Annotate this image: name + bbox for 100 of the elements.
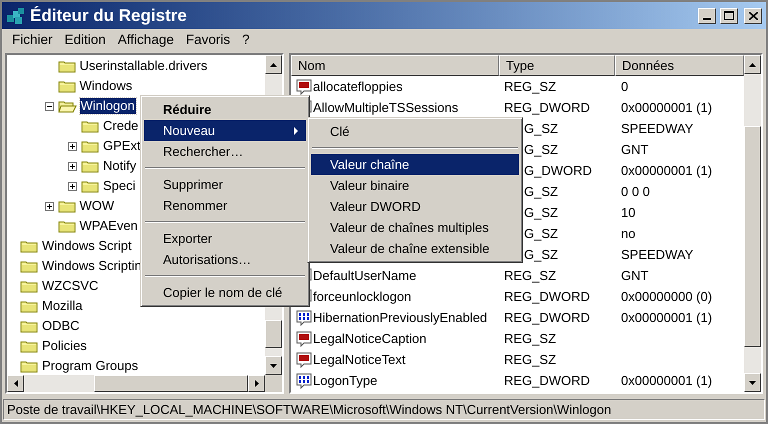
scroll-down-button[interactable] <box>744 373 761 392</box>
value-data: 0 0 0 <box>621 184 650 199</box>
value-type: REG_SZ <box>504 268 556 283</box>
tree-item[interactable]: Winlogon <box>80 98 136 114</box>
menu-item[interactable]: Nouveau <box>144 120 306 141</box>
folder-icon <box>20 259 38 273</box>
tree-item[interactable]: GPExt <box>102 138 142 154</box>
scroll-down-button[interactable] <box>265 356 282 375</box>
column-header[interactable]: Type <box>499 55 615 76</box>
value-data: 0x00000001 (1) <box>621 100 712 115</box>
registry-cubes-icon <box>6 6 26 24</box>
collapse-icon[interactable] <box>44 102 54 110</box>
menu-item[interactable]: Copier le nom de clé <box>144 282 306 303</box>
binary-value-icon <box>296 372 312 388</box>
menu-item[interactable]: Autorisations… <box>144 249 306 270</box>
string-value-icon <box>296 330 312 346</box>
down-arrow-icon <box>270 364 277 368</box>
value-type: REG_DWORD <box>504 100 590 115</box>
value-data: 0 <box>621 78 628 94</box>
left-arrow-icon <box>14 380 18 387</box>
value-name[interactable]: AllowMultipleTSSessions <box>313 98 458 118</box>
scroll-thumb[interactable] <box>265 320 282 348</box>
menu-item[interactable]: Valeur binaire <box>311 175 519 196</box>
expand-icon[interactable] <box>68 162 77 170</box>
value-type: G_SZ <box>524 184 558 199</box>
menu-item[interactable]: Valeur DWORD <box>311 196 519 217</box>
folder-icon <box>58 199 76 213</box>
menu-item[interactable]: Exporter <box>144 228 306 249</box>
menu-item[interactable]: Edition <box>58 30 112 50</box>
expand-icon[interactable] <box>68 142 77 150</box>
menu-item[interactable]: Affichage <box>112 30 180 50</box>
tree-item[interactable]: Notify <box>102 158 138 174</box>
menu-item[interactable]: Valeur de chaîne extensible <box>311 238 519 259</box>
tree-item[interactable]: Speci <box>102 178 137 194</box>
menu-item[interactable]: Valeur de chaînes multiples <box>311 217 519 238</box>
value-name[interactable]: forceunlocklogon <box>313 286 412 306</box>
value-type: REG_DWORD <box>504 372 590 388</box>
down-arrow-icon <box>749 380 756 384</box>
value-data: no <box>621 226 636 241</box>
tree-item[interactable]: Policies <box>41 338 88 354</box>
expand-icon[interactable] <box>44 202 54 210</box>
menu-item[interactable]: Réduire <box>144 99 306 120</box>
value-type: REG_SZ <box>504 78 556 94</box>
menu-item[interactable]: Rechercher… <box>144 141 306 162</box>
tree-item[interactable]: Windows <box>78 78 134 94</box>
tree-item[interactable]: Program Groups <box>41 358 140 374</box>
close-button[interactable] <box>744 8 762 24</box>
value-type: G_SZ <box>524 142 558 157</box>
value-type: G_SZ <box>524 120 558 136</box>
tree-item[interactable]: WOW <box>78 198 116 214</box>
scroll-thumb[interactable] <box>94 375 248 392</box>
horizontal-scrollbar[interactable] <box>7 375 282 392</box>
folder-icon <box>20 319 38 333</box>
string-value-icon <box>296 78 312 94</box>
column-header[interactable]: Nom <box>291 55 499 76</box>
value-type: G_SZ <box>524 226 558 241</box>
menu-item[interactable]: Valeur chaîne <box>311 154 519 175</box>
menu-item[interactable]: Clé <box>311 121 519 142</box>
up-arrow-icon <box>270 62 277 66</box>
scroll-up-button[interactable] <box>265 55 282 74</box>
value-name[interactable]: LogonType <box>313 370 378 390</box>
scroll-thumb[interactable] <box>744 126 761 347</box>
expand-icon[interactable] <box>68 182 77 190</box>
tree-item[interactable]: Userinstallable.drivers <box>78 58 208 74</box>
tree-item[interactable]: Mozilla <box>41 298 84 314</box>
scrollbar-corner <box>265 375 282 392</box>
right-arrow-icon <box>254 380 258 387</box>
menu-item[interactable]: ? <box>236 30 256 50</box>
scroll-up-button[interactable] <box>744 55 761 74</box>
minimize-button[interactable] <box>698 8 716 24</box>
menu-item[interactable]: Fichier <box>6 30 59 50</box>
tree-item[interactable]: ODBC <box>41 318 81 334</box>
value-name[interactable]: LegalNoticeCaption <box>313 328 426 348</box>
value-data: GNT <box>621 142 648 157</box>
tree-item[interactable]: WZCSVC <box>41 278 100 294</box>
value-name[interactable]: HibernationPreviouslyEnabled <box>313 308 488 328</box>
menu-item[interactable]: Supprimer <box>144 174 306 195</box>
tree-item[interactable]: Windows Script <box>41 238 133 254</box>
folder-icon <box>20 339 38 353</box>
value-name[interactable]: LegalNoticeText <box>313 350 406 370</box>
value-data: 0x00000000 (0) <box>621 288 712 304</box>
column-header[interactable]: Données <box>615 55 744 76</box>
value-data: SPEEDWAY <box>621 120 694 136</box>
menu-item[interactable]: Favoris <box>180 30 236 50</box>
tree-item[interactable]: WPAEven <box>78 218 139 234</box>
folder-icon <box>81 179 99 193</box>
scroll-left-button[interactable] <box>7 375 24 392</box>
tree-item[interactable]: Windows Scriptin <box>41 258 143 274</box>
value-type: G_SZ <box>524 204 558 220</box>
maximize-icon <box>724 11 734 20</box>
value-name[interactable]: DefaultUserName <box>313 266 416 286</box>
scroll-right-button[interactable] <box>248 375 265 392</box>
folder-icon <box>20 279 38 293</box>
tree-item[interactable]: Crede <box>102 118 140 134</box>
vertical-scrollbar[interactable] <box>744 55 761 392</box>
value-data: 10 <box>621 204 636 220</box>
menu-item[interactable]: Renommer <box>144 195 306 216</box>
value-name[interactable]: allocatefloppies <box>313 76 403 96</box>
window-title: Éditeur du Registre <box>30 4 188 27</box>
maximize-button[interactable] <box>720 8 738 24</box>
